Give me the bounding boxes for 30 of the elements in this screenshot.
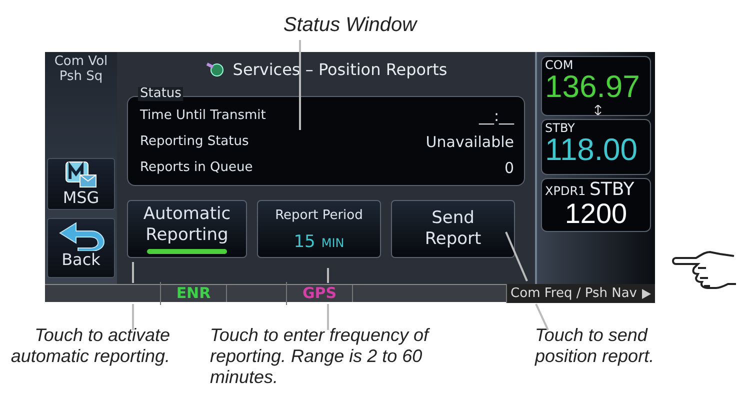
swap-arrows-icon	[594, 105, 602, 115]
transponder-button[interactable]: XPDR1 STBY 1200	[541, 178, 651, 232]
standby-frequency-button[interactable]: STBY 118.00	[541, 119, 651, 175]
status-value: 0	[504, 158, 514, 179]
caption: Touch to activate automatic reporting.	[10, 325, 170, 367]
globe-icon	[204, 61, 225, 77]
callout-title: Status Window	[283, 14, 417, 36]
caption: Touch to enter frequency of reporting. Range is 2 to 60 minutes.	[210, 325, 431, 388]
leader-line	[327, 268, 329, 330]
report-period-button[interactable]: Report Period 15 MIN	[257, 200, 381, 258]
status-value: __:__	[478, 106, 514, 127]
leader-line	[132, 262, 134, 330]
annunciator-label: GPS	[302, 284, 337, 302]
right-arrow-icon	[641, 288, 651, 298]
side-button[interactable]: MSG	[47, 158, 115, 210]
automatic-reporting-button[interactable]: Automatic Reporting	[127, 200, 247, 258]
status-legend: Status	[138, 87, 184, 101]
caption: Touch to send position report.	[535, 325, 656, 367]
screen-title: Services – Position Reports	[232, 60, 448, 79]
mail-icon	[64, 161, 98, 189]
knob-label: Com Vol Psh Sq	[53, 54, 109, 86]
softkey-label[interactable]: Com Freq / Psh Nav	[506, 284, 655, 304]
send-report-button[interactable]: Send Report	[391, 200, 515, 258]
status-label: Time Until Transmit	[140, 107, 266, 126]
side-button[interactable]: Back	[47, 218, 115, 278]
com-frequency-button[interactable]: COM 136.97	[541, 56, 651, 116]
status-label: Reports in Queue	[140, 159, 253, 178]
status-value: Unavailable	[426, 132, 514, 153]
status-label: Reporting Status	[140, 133, 249, 152]
annunciator-label: ENR	[176, 284, 211, 302]
